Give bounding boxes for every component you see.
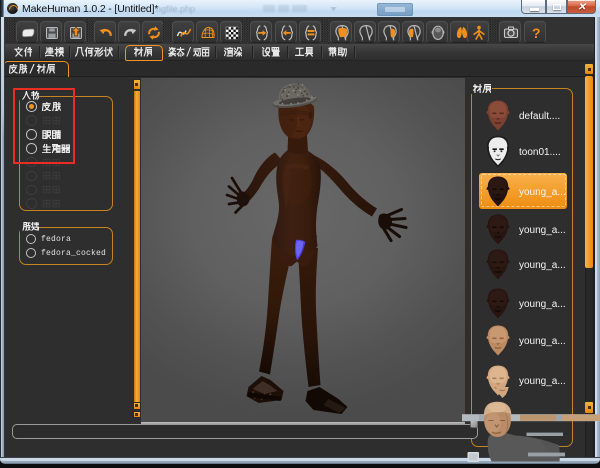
svg-text:?: ? (532, 25, 541, 41)
